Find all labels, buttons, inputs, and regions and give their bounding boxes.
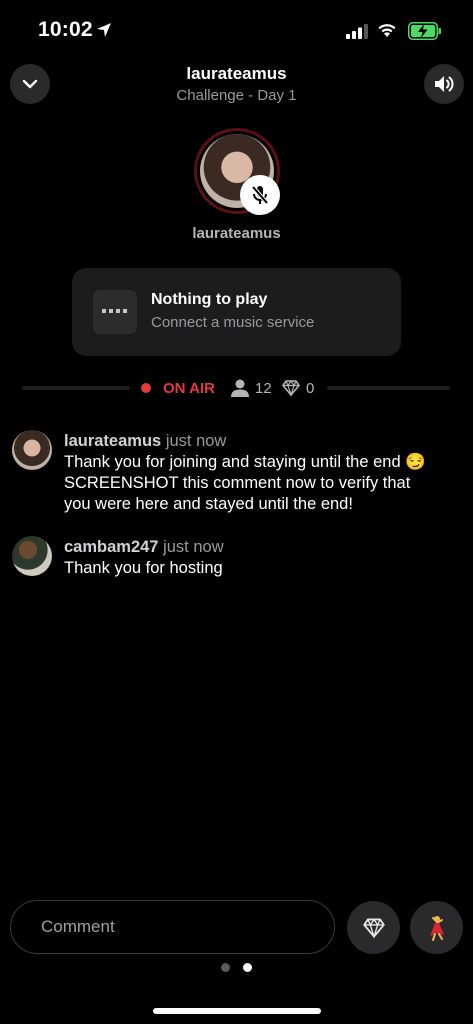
page-dot-active[interactable] — [243, 963, 252, 972]
music-connect-link[interactable]: Connect a music service — [151, 314, 314, 331]
send-gem-button[interactable] — [347, 901, 400, 954]
host-name: laurateamus — [192, 225, 281, 242]
person-icon — [231, 379, 249, 397]
comment-text-line: Thank you for hosting — [64, 559, 223, 577]
gem-count: 0 — [306, 380, 315, 397]
music-title: Nothing to play — [151, 291, 268, 308]
comment-input[interactable] — [10, 900, 335, 954]
dancer-emoji-icon — [429, 915, 444, 941]
on-air-label: ON AIR — [163, 380, 215, 397]
reaction-button[interactable] — [410, 901, 463, 954]
music-placeholder-icon — [93, 290, 137, 334]
comment-time: just now — [165, 432, 227, 450]
microphone-off-icon — [251, 185, 269, 205]
status-time: 10:02 — [38, 18, 93, 41]
comment-text-line: SCREENSHOT this comment now to verify th… — [64, 474, 411, 492]
comment-avatar[interactable] — [12, 430, 52, 470]
page-indicator — [221, 963, 261, 973]
comment-time: just now — [163, 538, 224, 556]
divider-left — [22, 386, 130, 390]
battery-charging-icon — [408, 22, 441, 40]
cellular-signal-icon — [346, 24, 368, 39]
speaker-icon — [435, 76, 454, 92]
wifi-icon — [378, 24, 396, 37]
page-dot[interactable] — [221, 963, 230, 972]
divider-right — [327, 386, 450, 390]
diamond-icon — [362, 917, 385, 939]
home-indicator[interactable] — [153, 1008, 321, 1014]
room-subtitle: Challenge - Day 1 — [176, 87, 297, 104]
status-bar: 10:02 — [0, 0, 473, 62]
muted-badge — [240, 175, 280, 215]
music-card[interactable]: Nothing to play Connect a music service — [72, 268, 401, 356]
comment-text-line: you were here and stayed until the end! — [64, 495, 353, 513]
comment-avatar[interactable] — [12, 536, 52, 576]
live-dot-icon — [141, 383, 151, 393]
listener-count: 12 — [255, 380, 272, 397]
location-arrow-icon — [97, 23, 111, 37]
room-title: laurateamus — [186, 64, 287, 83]
comment-username[interactable]: cambam247 — [64, 538, 158, 556]
comment-username[interactable]: laurateamus — [64, 432, 161, 450]
comment-text-line: Thank you for joining and staying until … — [64, 453, 426, 471]
diamond-icon — [282, 379, 300, 397]
volume-button[interactable] — [424, 64, 464, 104]
